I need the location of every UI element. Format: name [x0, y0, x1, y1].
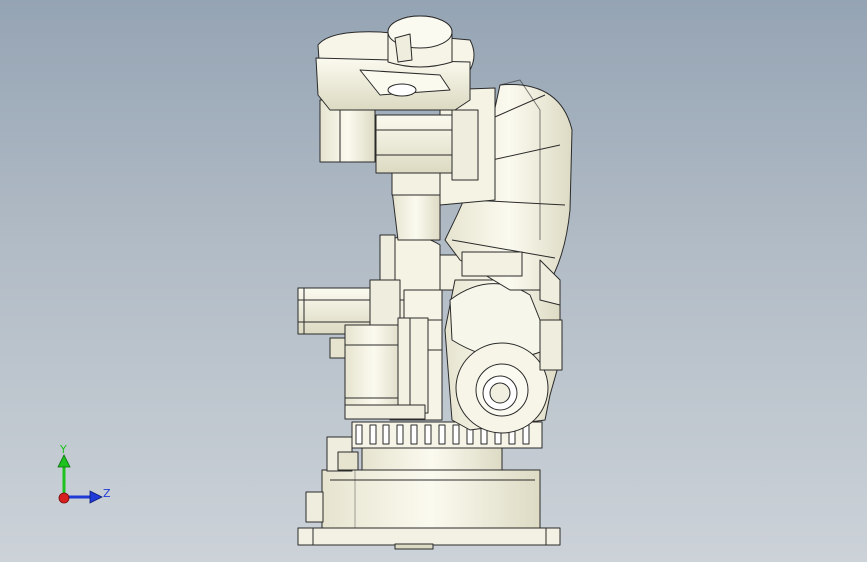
robot-arm-model[interactable]: [0, 0, 867, 562]
y-axis-label: Y: [59, 443, 67, 456]
j2-motor: [344, 317, 429, 420]
base-body: [305, 469, 541, 529]
z-axis-arrow: [64, 490, 103, 504]
wrist-housing: [315, 15, 475, 111]
forearm-motor: [319, 99, 479, 181]
coordinate-triad: Y Z: [57, 443, 111, 504]
y-axis-arrow: [57, 454, 71, 497]
3d-viewport[interactable]: Y Z: [0, 0, 867, 562]
z-axis-label: Z: [103, 487, 111, 500]
x-axis-dot: [58, 492, 70, 504]
base-plate: [297, 527, 561, 550]
